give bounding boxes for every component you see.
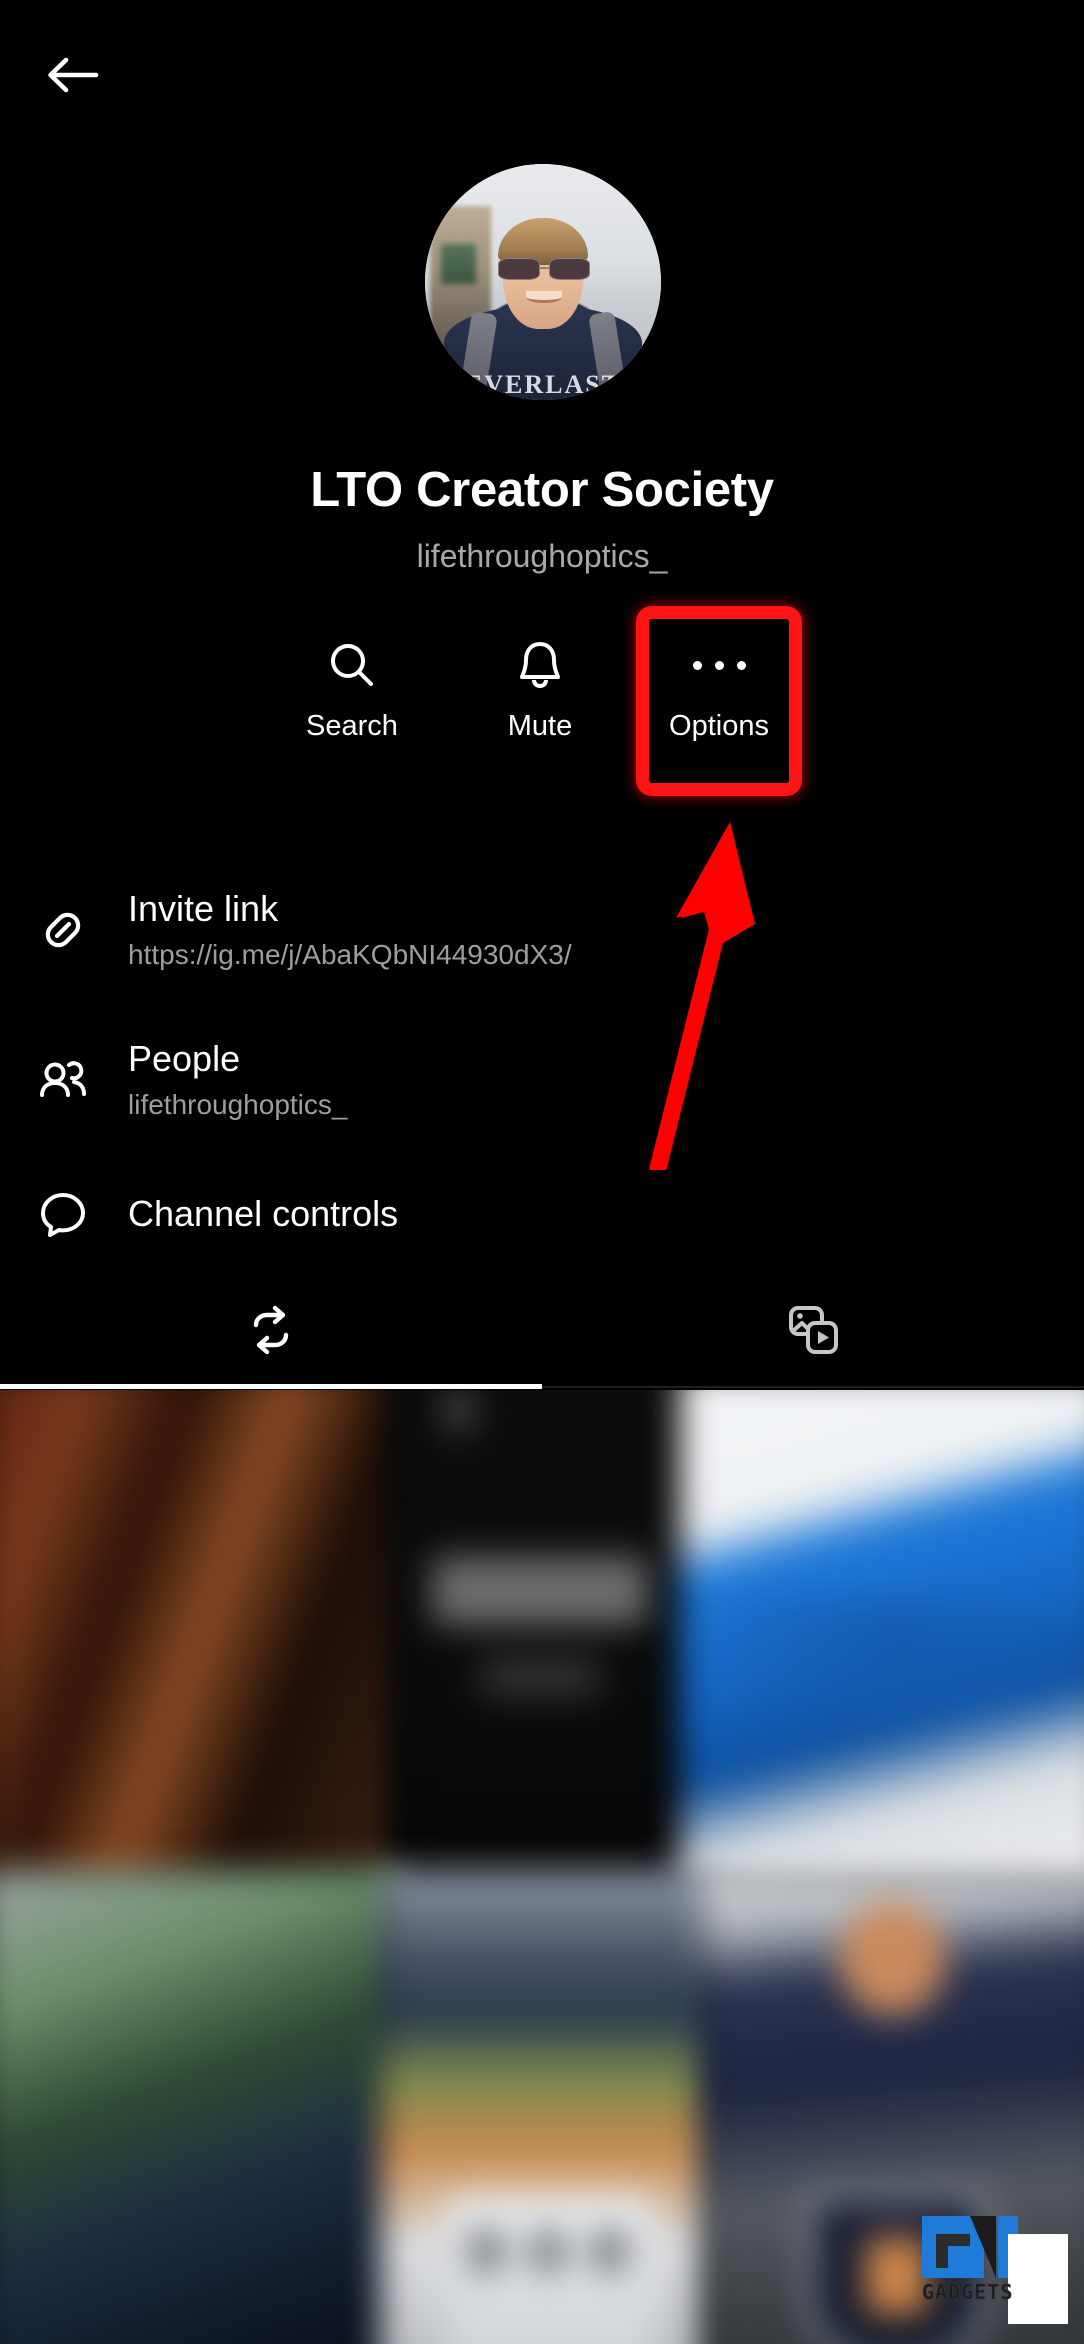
list-item-channel-controls[interactable]: Channel controls	[0, 1155, 1084, 1273]
top-bar	[0, 0, 1084, 140]
avatar-sunglasses	[498, 258, 591, 280]
tab-bar	[0, 1278, 1084, 1386]
media-thumbnail[interactable]	[380, 1870, 720, 2344]
back-arrow-icon	[44, 52, 100, 98]
list-item-title: People	[128, 1037, 241, 1079]
channel-username: lifethroughoptics_	[416, 538, 668, 574]
bell-icon	[516, 634, 564, 696]
search-icon	[326, 634, 378, 696]
media-thumbnail[interactable]	[390, 1390, 690, 1890]
list-item-subtitle: https://ig.me/j/AbaKQbNI44930dX3/	[128, 938, 572, 970]
action-mute-label: Mute	[507, 710, 573, 742]
watermark-cover	[1008, 2234, 1068, 2324]
avatar[interactable]: EVERLAST	[425, 164, 661, 400]
action-search-label: Search	[306, 710, 398, 742]
list-item-title: Channel controls	[128, 1193, 399, 1235]
media-grid[interactable]	[0, 1390, 1084, 2344]
list-item-people[interactable]: People lifethroughoptics_	[0, 1005, 1084, 1155]
page-title: LTO Creator Society	[310, 463, 774, 517]
action-options[interactable]: Options	[624, 608, 814, 796]
avatar-shirt-text: EVERLAST	[464, 369, 622, 399]
tab-active-underline	[0, 1384, 542, 1389]
action-options-label: Options	[669, 710, 769, 742]
tab-shared-posts[interactable]	[0, 1278, 542, 1386]
app-screen: EVERLAST LTO Creator Society lifethrough…	[0, 0, 1084, 2344]
list-item-subtitle: lifethroughoptics_	[128, 1088, 348, 1120]
watermark-text: GADGETS	[922, 2280, 1014, 2305]
tab-media[interactable]	[542, 1278, 1084, 1386]
link-icon	[34, 901, 128, 959]
media-gallery-icon	[784, 1301, 842, 1364]
action-mute[interactable]: Mute	[445, 608, 635, 796]
media-thumbnail[interactable]	[0, 1390, 400, 1890]
watermark: GADGETS	[922, 2216, 1068, 2324]
action-row: Search Mute Options	[0, 608, 1084, 796]
chat-bubble-icon	[34, 1185, 128, 1243]
ellipsis-icon	[692, 634, 746, 696]
people-icon	[34, 1051, 128, 1109]
media-thumbnail[interactable]	[0, 1870, 400, 2344]
back-button[interactable]	[26, 40, 118, 110]
list-item-invite-link[interactable]: Invite link https://ig.me/j/AbaKQbNI4493…	[0, 855, 1084, 1005]
detail-list: Invite link https://ig.me/j/AbaKQbNI4493…	[0, 855, 1084, 1273]
media-thumbnail[interactable]	[680, 1390, 1084, 1890]
action-search[interactable]: Search	[257, 608, 447, 796]
list-item-title: Invite link	[128, 887, 279, 929]
avatar-photo: EVERLAST	[425, 164, 661, 400]
repeat-icon	[242, 1301, 300, 1364]
